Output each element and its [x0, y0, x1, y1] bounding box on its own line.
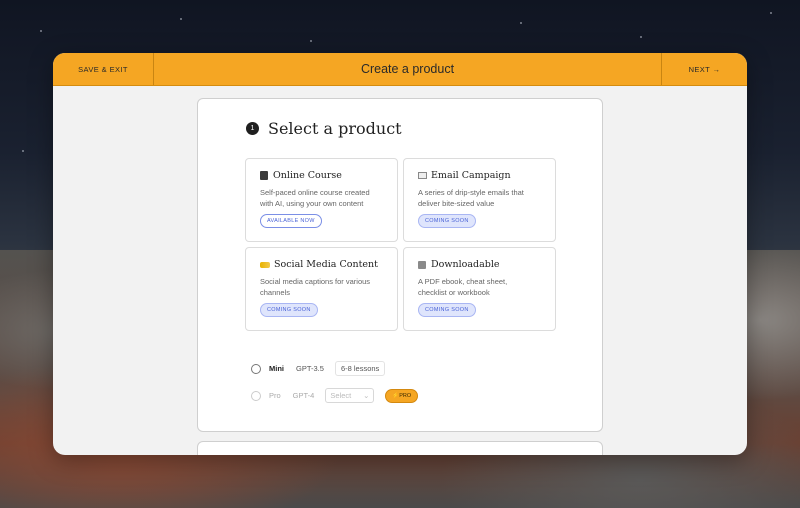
- model-engine: GPT-3.5: [296, 364, 324, 373]
- model-engine: GPT-4: [292, 391, 315, 400]
- product-description: A series of drip-style emails that deliv…: [418, 187, 541, 209]
- description-line: with AI, using your own content: [260, 199, 364, 208]
- model-name: Mini: [269, 364, 284, 373]
- star: [180, 18, 182, 20]
- lesson-count: 6-8 lessons: [334, 361, 386, 376]
- app-window: SAVE & EXIT Create a product NEXT → 1 Se…: [53, 53, 747, 455]
- status-badge: COMING SOON: [260, 303, 318, 317]
- envelope-icon: [418, 172, 427, 179]
- book-icon: [260, 171, 268, 180]
- star: [22, 150, 24, 152]
- step-header: 1 Select a product: [246, 119, 402, 138]
- product-option-email-campaign[interactable]: Email Campaign A series of drip-style em…: [403, 158, 556, 242]
- description-line: Self-paced online course created: [260, 188, 370, 197]
- save-exit-button[interactable]: SAVE & EXIT: [53, 53, 154, 85]
- product-name: Social Media Content: [274, 259, 378, 270]
- product-option-online-course[interactable]: Online Course Self-paced online course c…: [245, 158, 398, 242]
- select-product-card: 1 Select a product Online Course Self-pa…: [197, 98, 603, 432]
- description-line: Social media captions for various: [260, 277, 371, 286]
- description-line: A PDF ebook, cheat sheet,: [418, 277, 508, 286]
- pro-badge[interactable]: ⚡PRO: [385, 388, 419, 403]
- product-description: Social media captions for various channe…: [260, 276, 383, 298]
- next-step-card: [197, 441, 603, 455]
- megaphone-icon: [260, 261, 270, 268]
- product-option-downloadable[interactable]: Downloadable A PDF ebook, cheat sheet, c…: [403, 247, 556, 331]
- status-badge: COMING SOON: [418, 303, 476, 317]
- lesson-select[interactable]: Select ⌄: [325, 388, 375, 403]
- product-description: A PDF ebook, cheat sheet, checklist or w…: [418, 276, 541, 298]
- star: [640, 36, 642, 38]
- product-description: Self-paced online course created with AI…: [260, 187, 383, 209]
- top-bar: SAVE & EXIT Create a product NEXT →: [53, 53, 747, 86]
- model-name: Pro: [269, 391, 281, 400]
- description-line: deliver bite-sized value: [418, 199, 495, 208]
- pro-radio[interactable]: [251, 390, 261, 401]
- page-title: Create a product: [360, 62, 455, 76]
- select-placeholder: Select: [330, 391, 352, 400]
- step-number: 1: [246, 122, 259, 135]
- chevron-down-icon: ⌄: [363, 391, 370, 400]
- product-name: Online Course: [273, 170, 342, 181]
- description-line: A series of drip-style emails that: [418, 188, 524, 197]
- status-badge: COMING SOON: [418, 214, 476, 228]
- model-option-mini: Mini GPT-3.5 6-8 lessons: [251, 361, 396, 376]
- mini-radio[interactable]: [251, 363, 261, 374]
- star: [310, 40, 312, 42]
- star: [770, 12, 772, 14]
- star: [40, 30, 42, 32]
- product-option-social-media[interactable]: Social Media Content Social media captio…: [245, 247, 398, 331]
- star: [520, 22, 522, 24]
- document-icon: [418, 260, 426, 269]
- model-option-pro: Pro GPT-4 Select ⌄ ⚡PRO: [251, 388, 419, 403]
- step-title: Select a product: [268, 119, 402, 138]
- description-line: channels: [260, 288, 291, 297]
- product-name: Email Campaign: [431, 170, 511, 181]
- next-button[interactable]: NEXT →: [661, 53, 747, 85]
- status-badge: AVAILABLE NOW: [260, 214, 322, 228]
- product-name: Downloadable: [431, 259, 500, 270]
- description-line: checklist or workbook: [418, 288, 490, 297]
